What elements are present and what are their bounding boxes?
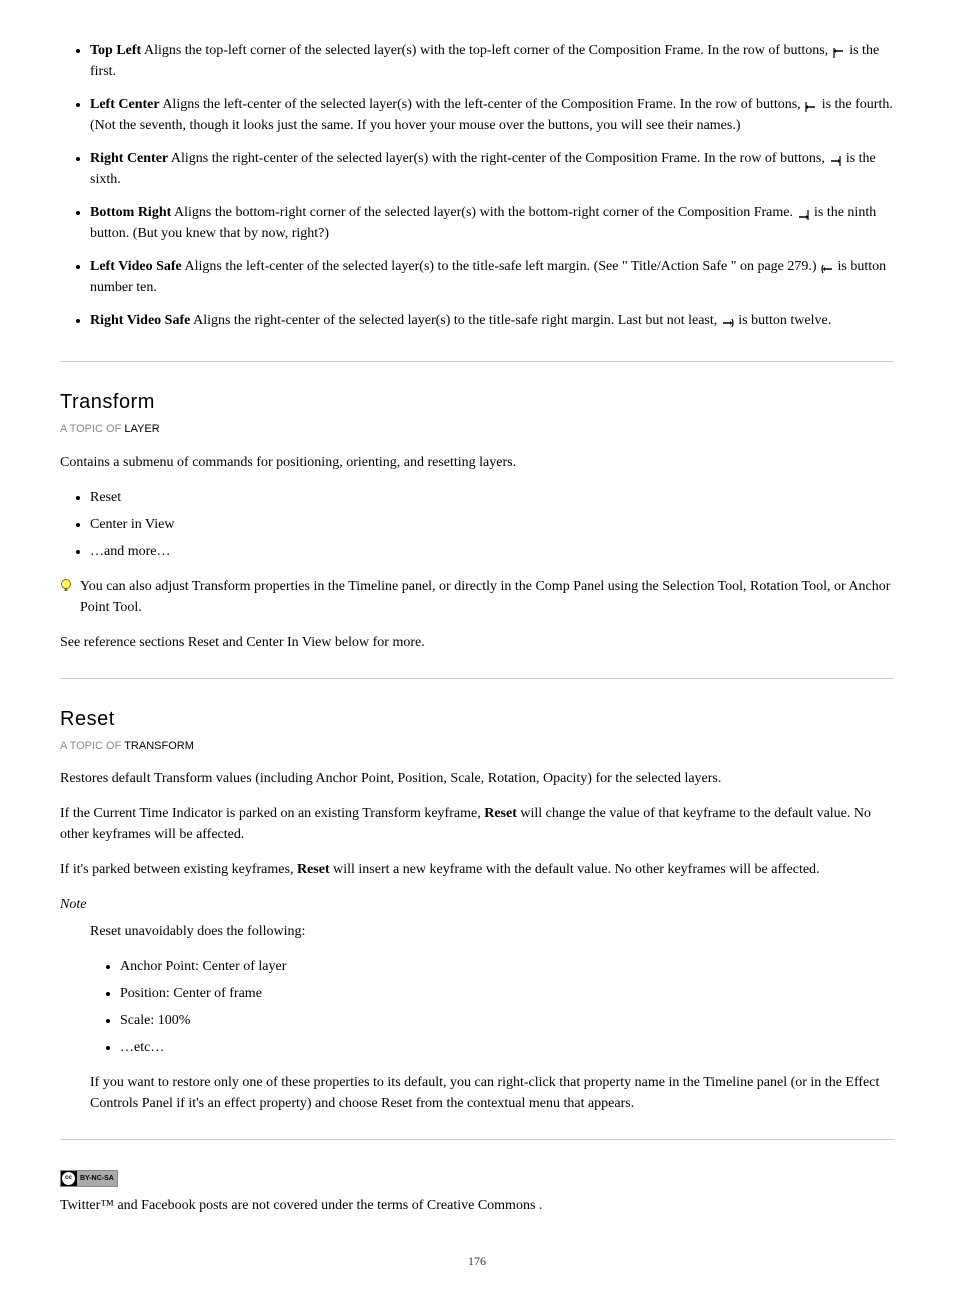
list-item: Bottom Right Aligns the bottom-right cor…	[90, 202, 894, 244]
list-item: Left Video Safe Aligns the left-center o…	[90, 256, 894, 298]
top-left-icon	[832, 45, 846, 57]
lightbulb-icon	[60, 578, 72, 594]
right-center-icon	[828, 153, 842, 165]
transform-intro: Contains a submenu of commands for posit…	[60, 452, 894, 473]
ref-link-center[interactable]: Center In View	[246, 635, 331, 650]
page-number: 176	[0, 1252, 954, 1270]
item-text: Aligns the left-center of the selected l…	[185, 259, 628, 274]
list-item: Scale: 100%	[120, 1010, 894, 1031]
bottom-right-icon	[796, 207, 810, 219]
ref-link-reset[interactable]: Reset	[188, 635, 219, 650]
cc-license-badge[interactable]: cc BY-NC-SA	[60, 1165, 118, 1187]
reference-line: See reference sections Reset and Center …	[60, 632, 894, 653]
item-text: Aligns the left-center of the selected l…	[162, 97, 804, 112]
reset-defaults-list: Anchor Point: Center of layer Position: …	[90, 956, 894, 1058]
divider	[60, 1139, 894, 1140]
left-center-icon	[804, 99, 818, 111]
transform-submenu-list: Reset Center in View …and more…	[60, 487, 894, 562]
left-video-safe-icon	[820, 261, 834, 273]
topic-of-line: A TOPIC OF LAYER	[60, 421, 894, 438]
item-text: Aligns the top-left corner of the select…	[144, 43, 832, 58]
cc-logo-icon: cc	[62, 1172, 75, 1185]
item-title: Right Center	[90, 151, 168, 166]
section-heading-transform: Transform	[60, 387, 894, 417]
list-item: Right Center Aligns the right-center of …	[90, 148, 894, 190]
divider	[60, 361, 894, 362]
reset-para3: If it's parked between existing keyframe…	[60, 859, 894, 880]
item-title: Right Video Safe	[90, 313, 190, 328]
item-text-mid: " on page 279.)	[731, 259, 820, 274]
cross-ref: Title/Action Safe	[631, 259, 727, 274]
tip-text: You can also adjust Transform properties…	[80, 576, 894, 618]
item-text: Aligns the right-center of the selected …	[193, 313, 721, 328]
anchor-alignment-list: Top Left Aligns the top-left corner of t…	[60, 40, 894, 331]
note-intro: Reset unavoidably does the following:	[90, 921, 894, 942]
divider	[60, 678, 894, 679]
list-item: …etc…	[120, 1037, 894, 1058]
item-title: Top Left	[90, 43, 141, 58]
reset-para2: If the Current Time Indicator is parked …	[60, 803, 894, 845]
item-title: Left Video Safe	[90, 259, 182, 274]
reset-para1: Restores default Transform values (inclu…	[60, 768, 894, 789]
list-item: Position: Center of frame	[120, 983, 894, 1004]
tip-row: You can also adjust Transform properties…	[60, 576, 894, 618]
note-para2: If you want to restore only one of these…	[90, 1072, 894, 1114]
note-label: Note	[60, 894, 894, 915]
list-item: Center in View	[90, 514, 894, 535]
item-text-after: is button twelve.	[738, 313, 831, 328]
topic-of-line: A TOPIC OF TRANSFORM	[60, 738, 894, 755]
item-title: Left Center	[90, 97, 160, 112]
list-item: Left Center Aligns the left-center of th…	[90, 94, 894, 136]
list-item: Right Video Safe Aligns the right-center…	[90, 310, 894, 331]
topic-of-link[interactable]: TRANSFORM	[124, 740, 194, 752]
item-title: Bottom Right	[90, 205, 171, 220]
right-video-safe-icon	[721, 315, 735, 327]
item-text: Aligns the right-center of the selected …	[171, 151, 828, 166]
topic-of-link[interactable]: LAYER	[124, 423, 159, 435]
list-item: Top Left Aligns the top-left corner of t…	[90, 40, 894, 82]
list-item: Anchor Point: Center of layer	[120, 956, 894, 977]
cc-link[interactable]: Creative Commons	[427, 1198, 536, 1213]
list-item: …and more…	[90, 541, 894, 562]
legal-notice: Twitter™ and Facebook posts are not cove…	[60, 1195, 894, 1216]
item-text: Aligns the bottom-right corner of the se…	[174, 205, 796, 220]
section-heading-reset: Reset	[60, 704, 894, 734]
list-item: Reset	[90, 487, 894, 508]
